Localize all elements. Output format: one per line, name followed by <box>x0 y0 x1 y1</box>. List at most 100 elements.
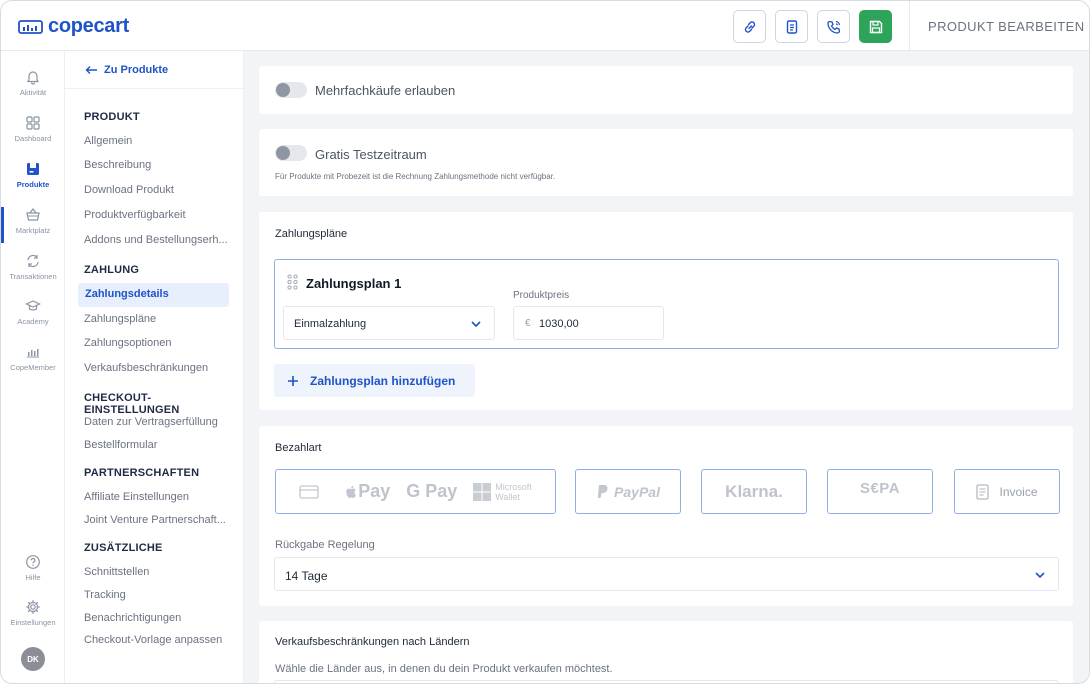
rail-item-hilfe[interactable]: Hilfe <box>1 554 65 582</box>
country-restrictions-card: Verkaufsbeschränkungen nach Ländern Wähl… <box>259 621 1073 683</box>
nav-item-addons[interactable]: Addons und Bestellungserh... <box>84 234 234 246</box>
top-bar: copecart PRODUKT BEARBEITEN <box>1 1 1089 51</box>
document-icon <box>786 19 797 34</box>
add-payment-plan-button[interactable]: Zahlungsplan hinzufügen <box>274 364 475 397</box>
nav-heading: ZAHLUNG <box>84 264 140 276</box>
microsoft-label: Microsoft <box>495 481 532 492</box>
graduation-cap-icon <box>25 300 41 311</box>
rail-item-transaktionen[interactable]: Transaktionen <box>1 253 65 281</box>
nav-item-checkout-vorlage[interactable]: Checkout-Vorlage anpassen <box>84 634 234 646</box>
paypal-option[interactable]: PayPal <box>575 469 681 514</box>
add-payment-plan-label: Zahlungsplan hinzufügen <box>310 373 456 388</box>
plan-title: Zahlungsplan 1 <box>306 276 402 291</box>
payment-plan: Zahlungsplan 1 Produktpreis Einmalzahlun… <box>274 259 1059 349</box>
return-policy-select[interactable]: 14 Tage <box>274 557 1059 591</box>
avatar[interactable]: DK <box>21 647 45 671</box>
page-title: PRODUKT BEARBEITEN <box>928 19 1085 34</box>
rail-label: Produkte <box>16 180 50 189</box>
main-content: Mehrfachkäufe erlauben Gratis Testzeitra… <box>244 51 1089 683</box>
rail-item-produkte[interactable]: Produkte <box>1 161 65 189</box>
trial-hint: Für Produkte mit Probezeit ist die Rechn… <box>275 172 556 181</box>
rail-label: Hilfe <box>25 573 41 582</box>
nav-item-joint-venture[interactable]: Joint Venture Partnerschaft... <box>84 514 234 526</box>
copecart-logo-icon <box>18 19 43 34</box>
payment-method-title: Bezahlart <box>275 442 322 454</box>
return-policy-label: Rückgabe Regelung <box>275 539 375 551</box>
apple-pay-label: Pay <box>358 481 391 501</box>
nav-item-affiliate[interactable]: Affiliate Einstellungen <box>84 491 234 503</box>
microsoft-wallet-label: Microsoft Wallet <box>495 482 532 502</box>
transactions-icon <box>27 254 39 268</box>
nav-item-allgemein[interactable]: Allgemein <box>84 135 234 147</box>
klarna-option[interactable]: Klarna. <box>701 469 807 514</box>
nav-item-tracking[interactable]: Tracking <box>84 589 234 601</box>
nav-item-produktverfuegbarkeit[interactable]: Produktverfügbarkeit <box>84 209 234 221</box>
credit-card-icon <box>299 484 319 499</box>
drag-handle-icon[interactable] <box>287 274 298 290</box>
chevron-down-icon <box>471 321 481 328</box>
rail-item-aktivitaet[interactable]: Aktivität <box>1 69 65 97</box>
nav-item-schnittstellen[interactable]: Schnittstellen <box>84 566 234 578</box>
app-window: copecart PRODUKT BEARBEITEN Aktivität Da… <box>0 0 1090 684</box>
rail-item-copemember[interactable]: CopeMember <box>1 344 65 372</box>
rail-label: CopeMember <box>10 363 56 372</box>
multi-purchase-label: Mehrfachkäufe erlauben <box>315 83 456 98</box>
nav-item-beschreibung[interactable]: Beschreibung <box>84 159 234 171</box>
paypal-icon <box>597 484 608 498</box>
section-nav: Zu Produkte PRODUKT Allgemein Beschreibu… <box>65 51 244 683</box>
nav-item-zahlungsplaene[interactable]: Zahlungspläne <box>84 313 234 325</box>
box-icon <box>27 163 39 175</box>
microsoft-icon <box>473 482 492 501</box>
multi-purchase-card: Mehrfachkäufe erlauben <box>259 66 1073 114</box>
back-link[interactable]: Zu Produkte <box>85 64 168 76</box>
plan-type-select[interactable]: Einmalzahlung <box>283 306 495 340</box>
multi-purchase-toggle[interactable] <box>275 82 307 98</box>
country-select[interactable] <box>274 680 1059 683</box>
document-button[interactable] <box>775 10 808 43</box>
nav-item-vertragserfuellung[interactable]: Daten zur Vertragserfüllung <box>84 416 234 428</box>
rail-label: Dashboard <box>14 134 52 143</box>
save-icon <box>869 20 882 33</box>
invoice-option[interactable]: Invoice <box>954 469 1060 514</box>
price-value: 1030,00 <box>539 318 579 330</box>
plus-icon <box>288 375 298 386</box>
wallet-methods-option[interactable]: Pay G Pay Microsoft Wallet <box>275 469 556 514</box>
logo[interactable]: copecart <box>18 15 129 38</box>
nav-heading: CHECKOUT-EINSTELLUNGEN <box>84 392 180 416</box>
members-icon <box>27 349 39 358</box>
sepa-option[interactable]: S€PA <box>827 469 933 514</box>
nav-item-download-produkt[interactable]: Download Produkt <box>84 184 234 196</box>
trial-card: Gratis Testzeitraum Für Produkte mit Pro… <box>259 129 1073 196</box>
rail-item-einstellungen[interactable]: Einstellungen <box>1 599 65 627</box>
country-restrictions-hint: Wähle die Länder aus, in denen du dein P… <box>275 663 613 675</box>
invoice-icon <box>976 483 990 500</box>
currency-symbol: € <box>525 318 531 329</box>
back-link-label: Zu Produkte <box>104 64 169 76</box>
trial-toggle[interactable] <box>275 145 307 161</box>
rail-label: Marktplatz <box>15 226 51 235</box>
wallet-label: Wallet <box>495 491 520 502</box>
nav-heading: PARTNERSCHAFTEN <box>84 467 200 479</box>
klarna-label: Klarna. <box>725 481 783 501</box>
rail-item-dashboard[interactable]: Dashboard <box>1 115 65 143</box>
rail-item-marktplatz[interactable]: Marktplatz <box>1 207 65 235</box>
payment-plans-title: Zahlungspläne <box>275 228 348 240</box>
phone-button[interactable] <box>817 10 850 43</box>
nav-item-bestellformular[interactable]: Bestellformular <box>84 439 234 451</box>
nav-item-zahlungsdetails[interactable]: Zahlungsdetails <box>78 283 229 307</box>
plan-type-value: Einmalzahlung <box>294 318 367 330</box>
rail-item-academy[interactable]: Academy <box>1 298 65 326</box>
arrow-left-icon <box>85 66 97 74</box>
nav-item-verkaufsbeschraenkungen[interactable]: Verkaufsbeschränkungen <box>84 362 234 374</box>
gear-icon <box>26 600 40 614</box>
save-button[interactable] <box>859 10 892 43</box>
sepa-label: S€PA <box>859 480 901 497</box>
chevron-down-icon <box>1035 572 1045 579</box>
top-divider <box>909 1 910 51</box>
payment-plans-card: Zahlungspläne Zahlungsplan 1 Produktprei… <box>259 212 1073 410</box>
rail-label: Einstellungen <box>10 618 56 627</box>
nav-item-zahlungsoptionen[interactable]: Zahlungsoptionen <box>84 337 234 349</box>
price-input[interactable]: € 1030,00 <box>513 306 664 340</box>
nav-item-benachrichtigungen[interactable]: Benachrichtigungen <box>84 612 234 624</box>
link-button[interactable] <box>733 10 766 43</box>
